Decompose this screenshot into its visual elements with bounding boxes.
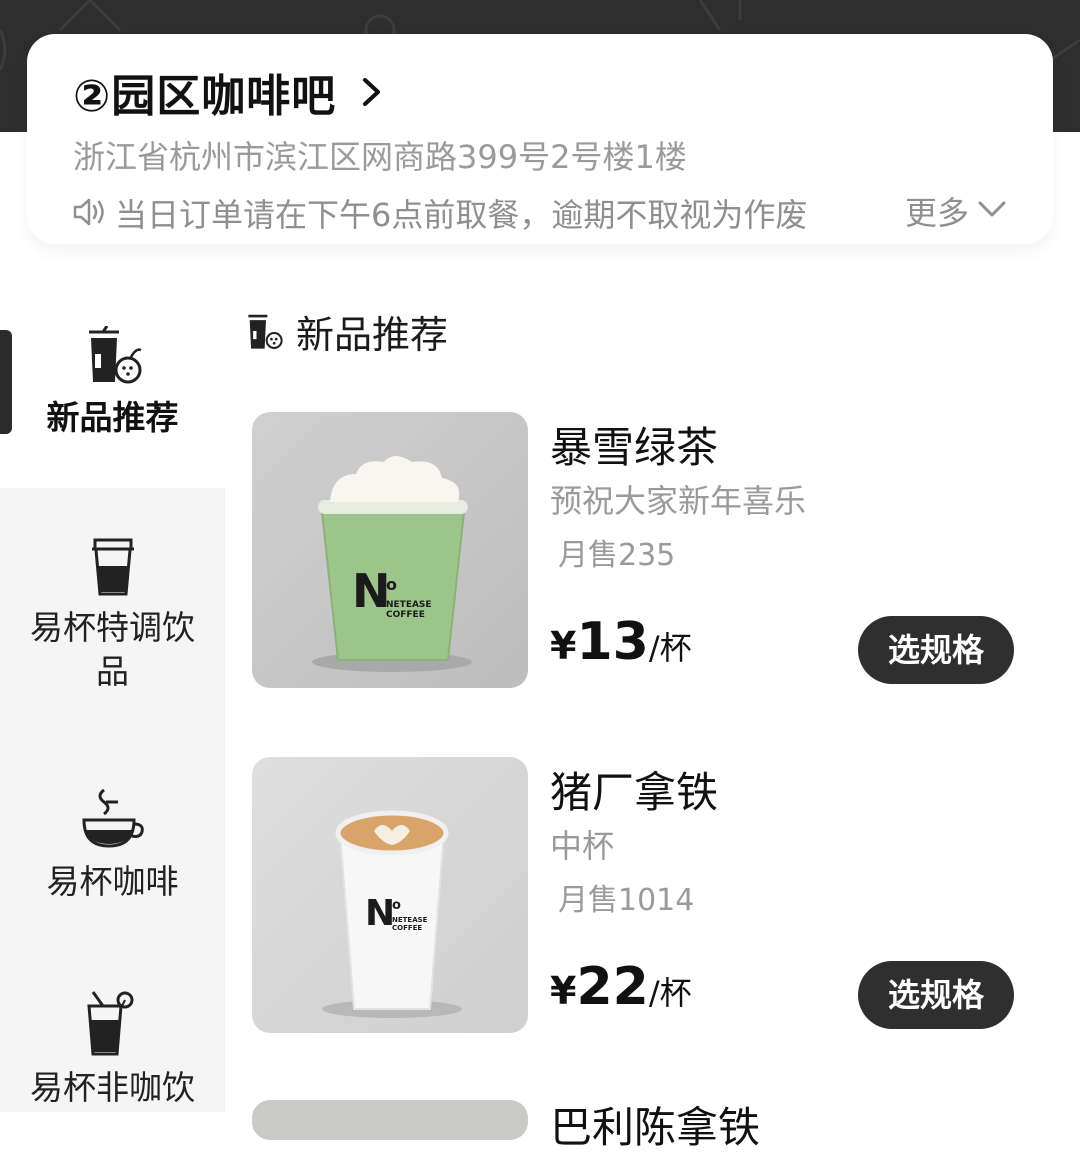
product-name: 猪厂拿铁 [550,768,719,817]
chevron-down-icon[interactable] [977,199,1007,219]
product-description: 中杯 [550,827,615,865]
sidebar-item-label: 易杯非咖饮 [30,1068,195,1107]
sidebar-item-coffee[interactable]: 易杯咖啡 [0,786,225,904]
sidebar-item-label: 新品推荐 [46,398,179,437]
pickup-notice: 当日订单请在下午6点前取餐，逾期不取视为作废 [115,196,808,234]
product-image[interactable]: N o NETEASE COFFEE [252,412,528,688]
store-info-card[interactable]: ②园区咖啡吧 浙江省杭州市滨江区网商路399号2号楼1楼 当日订单请在下午6点前… [27,34,1053,244]
more-button[interactable]: 更多 [905,188,969,234]
takeaway-cup-icon [91,538,134,596]
svg-text:o: o [386,575,397,594]
product-image[interactable]: N o NETEASE COFFEE [252,757,528,1033]
sidebar-item-non-coffee[interactable]: 易杯非咖饮 [0,988,225,1110]
svg-text:NETEASE: NETEASE [386,600,432,610]
sidebar-item-special[interactable]: 易杯特调饮品 [0,536,225,694]
price-value: 22 [576,957,649,1017]
sidebar-item-new[interactable]: 新品推荐 [0,326,225,440]
speaker-icon [73,198,104,226]
product-price: ¥22/杯 [550,957,692,1017]
svg-text:COFFEE: COFFEE [386,610,425,620]
iced-drink-icon [86,991,133,1056]
product-name: 巴利陈拿铁 [550,1103,761,1152]
store-name[interactable]: ②园区咖啡吧 [73,60,336,124]
sidebar-item-label: 易杯咖啡 [46,862,179,901]
svg-text:o: o [392,898,401,913]
svg-text:COFFEE: COFFEE [392,924,422,932]
product-monthly-sales: 月售235 [558,538,676,573]
svg-text:N: N [365,893,395,934]
product-price: ¥13/杯 [550,612,692,672]
product-card[interactable]: N o NETEASE COFFEE 暴雪绿茶 预祝大家新年喜乐 月售235 ¥… [252,412,1042,688]
price-unit: /杯 [648,629,692,667]
hot-coffee-icon [81,788,144,848]
store-address: 浙江省杭州市滨江区网商路399号2号楼1楼 [73,138,687,176]
product-image[interactable] [252,1100,528,1140]
price-currency: ¥ [550,969,577,1013]
category-sidebar: 新品推荐 易杯特调饮品 易杯咖啡 易杯非咖饮 [0,300,225,1112]
new-drink-icon [88,326,141,384]
select-spec-button[interactable]: 选规格 [858,961,1014,1029]
price-value: 13 [576,612,649,672]
product-name: 暴雪绿茶 [550,423,719,472]
select-spec-button[interactable]: 选规格 [858,616,1014,684]
sidebar-item-label: 易杯特调饮品 [30,608,195,691]
product-card[interactable]: N o NETEASE COFFEE 猪厂拿铁 中杯 月售1014 ¥22/杯 … [252,757,1042,1033]
price-currency: ¥ [550,624,577,668]
price-unit: /杯 [648,974,692,1012]
svg-text:N: N [352,564,391,618]
product-monthly-sales: 月售1014 [558,883,695,918]
chevron-right-icon[interactable] [360,74,384,110]
new-drink-icon [248,314,283,349]
svg-text:NETEASE: NETEASE [392,916,428,924]
section-title: 新品推荐 [296,313,449,357]
product-description: 预祝大家新年喜乐 [550,482,807,520]
